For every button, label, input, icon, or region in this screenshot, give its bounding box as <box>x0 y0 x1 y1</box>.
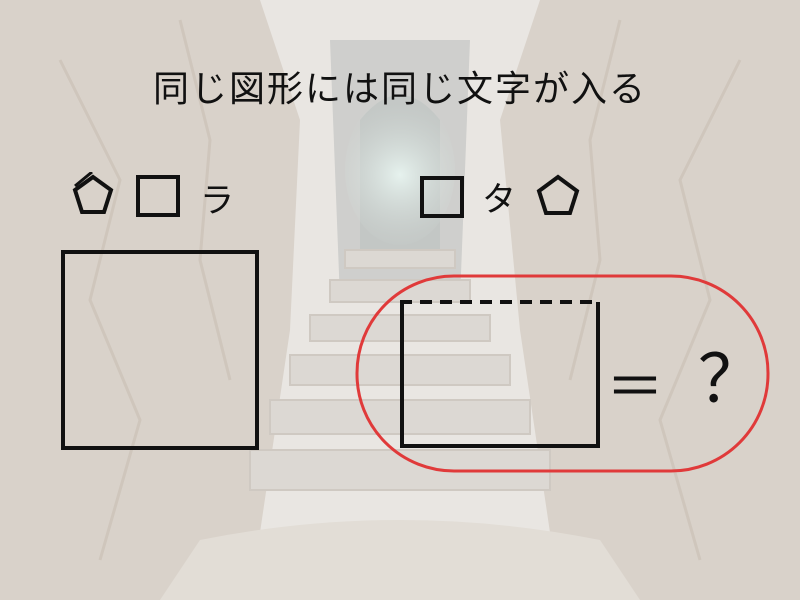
answer-box-right <box>400 300 600 448</box>
equals-sign: ＝ <box>606 353 665 421</box>
left-kana: ラ <box>200 181 234 221</box>
square-icon <box>136 175 180 217</box>
pentagon-icon <box>536 174 580 215</box>
pentagon-icon <box>72 172 114 214</box>
answer-box-left <box>61 250 259 450</box>
instruction-text: 同じ図形には同じ文字が入る <box>152 69 647 110</box>
square-icon <box>420 176 464 218</box>
right-kana: タ <box>482 180 516 220</box>
question-mark: ？ <box>698 341 764 418</box>
